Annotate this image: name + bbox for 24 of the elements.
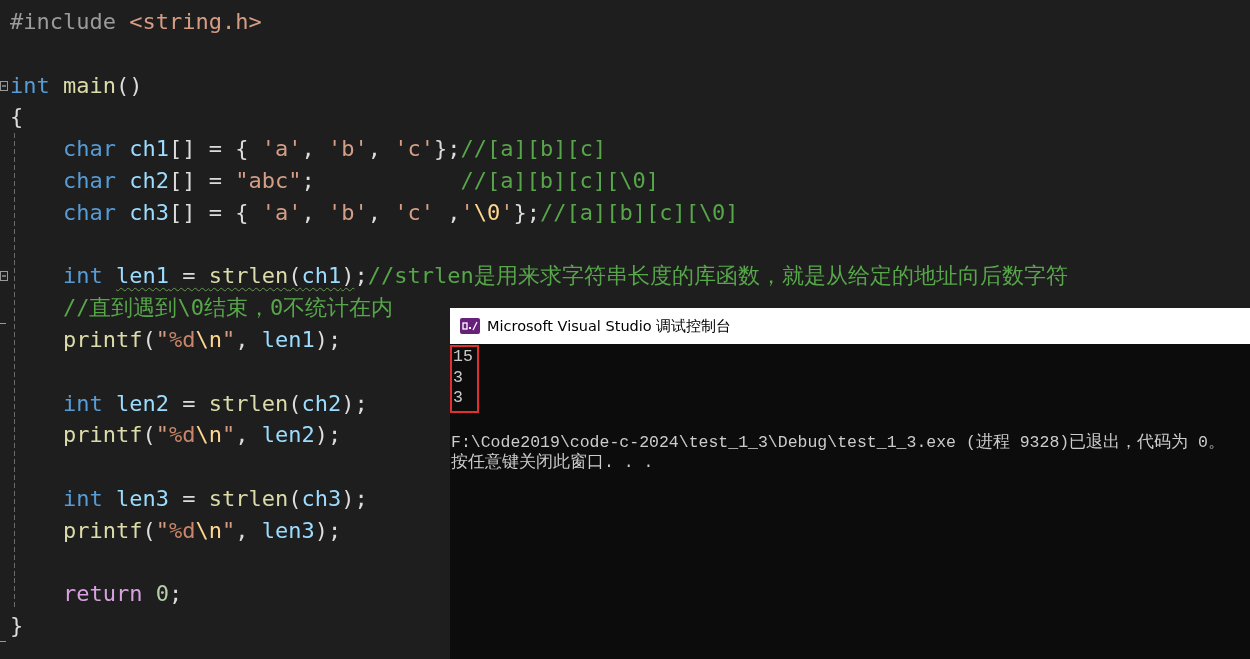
code-line: } (10, 613, 24, 639)
code-line: int len2 = strlen(ch2); (61, 390, 368, 416)
code-line: printf("%d\n", len3); (61, 517, 342, 543)
code-line: { (10, 104, 24, 130)
code-line: char ch2[] = "abc"; //[a][b][c][\0] (61, 168, 660, 193)
output-line: 3 (453, 388, 464, 409)
code-line: int main() (10, 72, 143, 98)
console-title: Microsoft Visual Studio 调试控制台 (487, 316, 732, 336)
console-message: 按任意键关闭此窗口. . . (450, 453, 655, 474)
code-line: return 0; (61, 581, 183, 607)
code-line: printf("%d\n", len1); (61, 326, 342, 352)
code-line: int len1 = strlen(ch1);//strlen是用来求字符串长度的库函数，就是从给定的地址向后数字符 (61, 263, 1068, 289)
code-line: //直到遇到\0结束，0不统计在内 (61, 295, 394, 321)
output-line: 15 (453, 347, 473, 368)
code-line: printf("%d\n", len2); (61, 422, 342, 448)
code-line: int len3 = strlen(ch3); (61, 485, 368, 511)
code-line: char ch3[] = { 'a', 'b', 'c' ,'\0'};//[a][b][c][\0] (61, 199, 739, 225)
console-message: F:\Code2019\code-c-2024\test_1_3\Debug\test_1_3.exe (进程 9328)已退出，代码为 0。 (450, 432, 1226, 452)
collapse-icon[interactable] (0, 271, 8, 282)
collapse-icon[interactable] (0, 80, 8, 91)
console-app-icon (460, 318, 480, 334)
code-line: #include <string.h> (10, 9, 262, 34)
output-line: 3 (453, 367, 464, 388)
code-line: char ch1[] = { 'a', 'b', 'c'};//[a][b][c] (61, 136, 607, 162)
